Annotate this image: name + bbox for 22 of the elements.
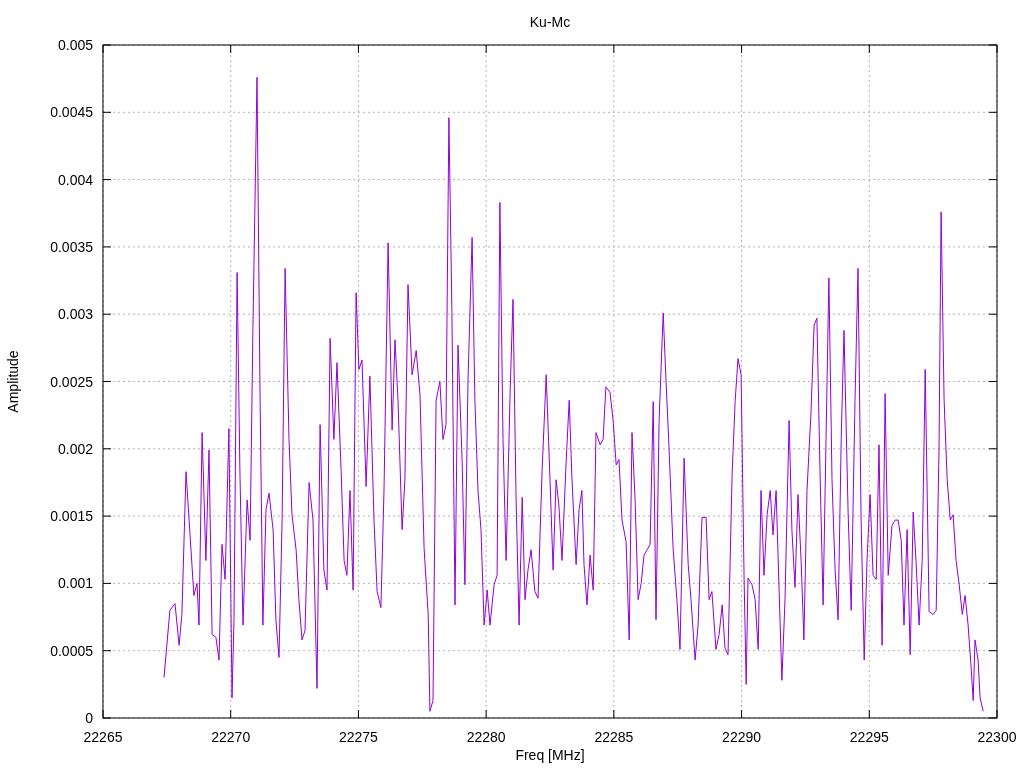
tick-label: 0.003 [57,306,93,323]
tick-label: 22270 [211,729,251,745]
tick-label: 22285 [594,729,634,745]
tick-label: 0.0005 [50,642,93,659]
tick-label: 22290 [722,729,762,745]
tick-label: 0.0025 [50,373,93,390]
tick-label: 0.001 [57,575,93,592]
tick-label: 0.0015 [50,508,93,525]
tick-label: 22295 [849,729,889,745]
tick-label: 22275 [338,729,378,745]
tick-label: 0.002 [57,440,93,457]
tick-label: 0.0035 [50,238,93,255]
tick-label: 0.004 [57,171,93,188]
axis-label: Freq [MHz] [515,747,585,763]
tick-label: 0.0045 [50,104,93,121]
tick-label: 0 [85,710,93,726]
tick-label: 22280 [466,729,506,745]
tick-label: 22300 [977,729,1017,745]
tick-label: 0.005 [57,37,93,53]
chart-title: Ku-Mc [529,14,571,30]
axis-label: Amplitude [5,350,21,413]
tick-label: 22265 [83,729,123,745]
